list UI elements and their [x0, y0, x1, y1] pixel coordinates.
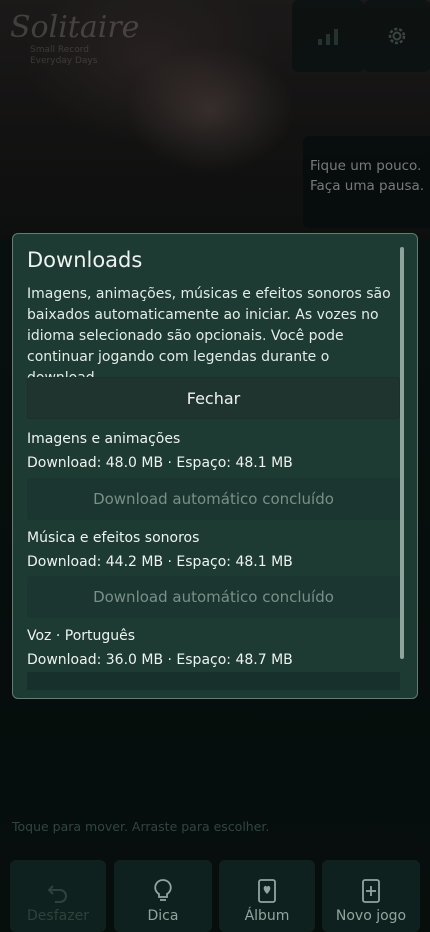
lightbulb-icon — [152, 878, 174, 904]
undo-button[interactable]: Desfazer — [10, 860, 106, 932]
undo-icon — [46, 880, 70, 904]
hint-text: Toque para mover. Arraste para escolher. — [12, 819, 270, 834]
section-images-stats: Download: 48.0 MB · Espaço: 48.1 MB — [27, 455, 293, 471]
dialog-scrollbar[interactable] — [400, 247, 404, 659]
new-game-button[interactable]: Novo jogo — [322, 860, 420, 932]
music-download-status-button: Download automático concluído — [27, 576, 400, 618]
section-images-title: Imagens e animações — [27, 431, 181, 447]
downloads-dialog: Downloads Imagens, animações, músicas e … — [12, 233, 418, 699]
section-voice-stats: Download: 36.0 MB · Espaço: 48.7 MB — [27, 652, 293, 668]
section-music-title: Música e efeitos sonoros — [27, 530, 200, 546]
new-game-icon — [361, 878, 381, 904]
voice-download-button-partial[interactable] — [27, 672, 400, 690]
section-voice-title: Voz · Português — [27, 628, 136, 644]
bottom-toolbar: Desfazer Dica Álbum Novo jogo — [0, 858, 430, 932]
album-card-icon — [257, 878, 277, 904]
close-button[interactable]: Fechar — [27, 377, 400, 419]
dialog-title: Downloads — [27, 248, 143, 272]
undo-label: Desfazer — [27, 908, 89, 924]
new-game-label: Novo jogo — [335, 908, 407, 924]
hint-button[interactable]: Dica — [114, 860, 212, 932]
dialog-description: Imagens, animações, músicas e efeitos so… — [27, 286, 391, 386]
hint-label: Dica — [147, 908, 179, 924]
images-download-status-button: Download automático concluído — [27, 478, 400, 520]
album-label: Álbum — [244, 908, 290, 924]
album-button[interactable]: Álbum — [219, 860, 315, 932]
section-music-stats: Download: 44.2 MB · Espaço: 48.1 MB — [27, 554, 293, 570]
